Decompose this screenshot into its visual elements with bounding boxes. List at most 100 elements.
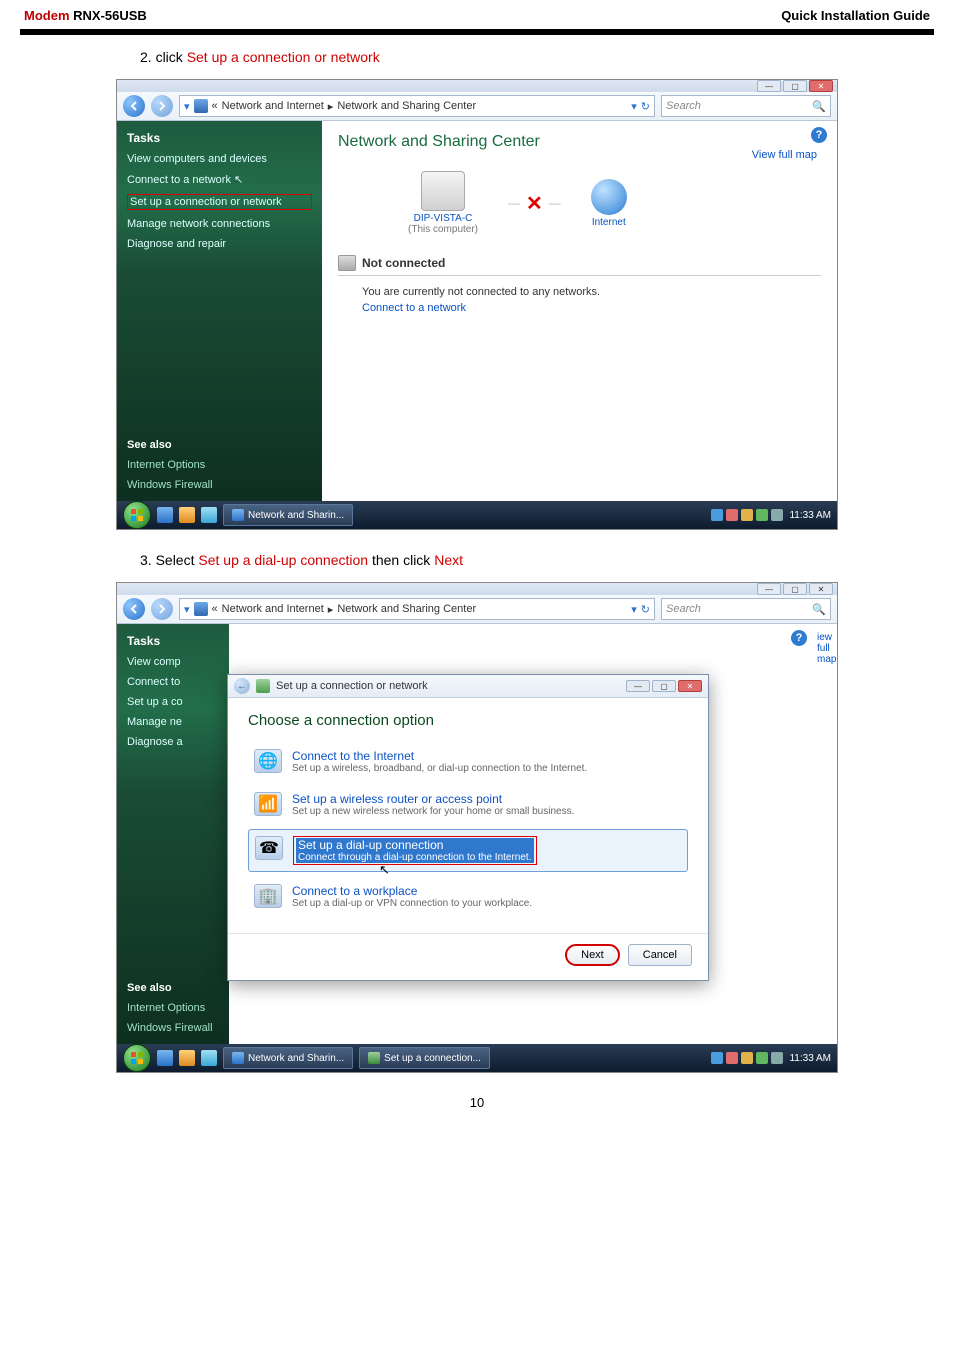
tasks-title: Tasks (127, 131, 312, 145)
task-setup-connection[interactable]: Set up a connection or network (127, 194, 312, 210)
task-manage-connections[interactable]: Manage network connections (127, 218, 312, 230)
task-diagnose-repair[interactable]: Diagnose and repair (127, 238, 312, 250)
step3-link2: Next (434, 552, 463, 568)
search-icon[interactable]: 🔍 (812, 100, 826, 113)
view-full-map-link[interactable]: View full map (752, 149, 817, 161)
forward-button[interactable] (151, 95, 173, 117)
search-icon[interactable]: 🔍 (812, 603, 826, 616)
task-connect-network[interactable]: Connect to (127, 676, 219, 688)
option-dialup[interactable]: ☎ Set up a dial-up connection Connect th… (248, 829, 688, 872)
tray-icon[interactable] (741, 1052, 753, 1064)
tasks-sidebar: Tasks View computers and devices Connect… (117, 121, 322, 501)
quicklaunch-icon-1[interactable] (157, 1050, 173, 1066)
next-button[interactable]: Next (565, 944, 620, 966)
tray-volume-icon[interactable] (771, 509, 783, 521)
breadcrumb[interactable]: ▾ « Network and Internet ▸ Network and S… (179, 95, 655, 117)
crumb-b[interactable]: Network and Sharing Center (337, 100, 476, 112)
option-subtitle: Set up a wireless, broadband, or dial-up… (292, 763, 587, 774)
task-connect-network[interactable]: Connect to a network ↖ (127, 173, 312, 186)
system-tray[interactable] (711, 509, 783, 521)
taskbar-app-button[interactable]: Network and Sharin... (223, 504, 353, 526)
tasks-title: Tasks (127, 634, 219, 648)
screenshot-1: — ▢ ✕ ▾ « Network and Internet ▸ Network… (116, 79, 838, 530)
connect-network-link[interactable]: Connect to a network (362, 302, 821, 314)
dialup-icon: ☎ (255, 836, 283, 860)
main-content: ? Network and Sharing Center View full m… (322, 121, 837, 501)
tray-icon[interactable] (726, 509, 738, 521)
quicklaunch-icon-3[interactable] (201, 1050, 217, 1066)
wizard-heading: Choose a connection option (248, 712, 688, 729)
close-button[interactable]: ✕ (809, 80, 833, 92)
task-setup-connection[interactable]: Set up a co (127, 696, 219, 708)
brand-text: Modem (24, 8, 70, 23)
back-button[interactable] (123, 598, 145, 620)
minimize-button[interactable]: — (757, 80, 781, 92)
tray-volume-icon[interactable] (771, 1052, 783, 1064)
help-icon[interactable]: ? (791, 630, 807, 646)
option-workplace[interactable]: 🏢 Connect to a workplace Set up a dial-u… (248, 878, 688, 915)
minimize-button[interactable]: — (757, 583, 781, 595)
see-windows-firewall[interactable]: Windows Firewall (127, 1022, 219, 1034)
step3-prefix: 3. Select (140, 552, 198, 568)
option-wireless-router[interactable]: 📶 Set up a wireless router or access poi… (248, 786, 688, 823)
maximize-button[interactable]: ▢ (783, 583, 807, 595)
tray-icon[interactable] (711, 509, 723, 521)
task-manage-connections[interactable]: Manage ne (127, 716, 219, 728)
option-title: Set up a dial-up connection (296, 838, 534, 852)
taskbar-app-button-1[interactable]: Network and Sharin... (223, 1047, 353, 1069)
wizard-dialog: ← Set up a connection or network — ▢ ✕ C… (227, 674, 709, 981)
quicklaunch-icon-2[interactable] (179, 507, 195, 523)
search-placeholder: Search (666, 100, 701, 112)
see-windows-firewall[interactable]: Windows Firewall (127, 479, 312, 491)
tray-icon[interactable] (756, 1052, 768, 1064)
forward-button[interactable] (151, 598, 173, 620)
wizard-back-button[interactable]: ← (234, 678, 250, 694)
close-button[interactable]: ✕ (809, 583, 833, 595)
option-connect-internet[interactable]: 🌐 Connect to the Internet Set up a wirel… (248, 743, 688, 780)
app-icon (368, 1052, 380, 1064)
wizard-maximize-button[interactable]: ▢ (652, 680, 676, 692)
breadcrumb[interactable]: ▾ « Network and Internet ▸ Network and S… (179, 598, 655, 620)
start-button[interactable] (123, 1044, 151, 1072)
search-input[interactable]: Search 🔍 (661, 598, 831, 620)
crumb-a[interactable]: Network and Internet (222, 603, 324, 615)
network-diagram: DIP-VISTA-C (This computer) —✕— Internet (408, 171, 821, 235)
back-button[interactable] (123, 95, 145, 117)
step2-link: Set up a connection or network (187, 49, 380, 65)
crumb-prefix: « (212, 100, 218, 112)
tray-icon[interactable] (726, 1052, 738, 1064)
clock: 11:33 AM (789, 1053, 831, 1064)
tray-icon[interactable] (741, 509, 753, 521)
wizard-minimize-button[interactable]: — (626, 680, 650, 692)
window-titlebar: — ▢ ✕ (117, 80, 837, 92)
help-icon[interactable]: ? (811, 127, 827, 143)
search-input[interactable]: Search 🔍 (661, 95, 831, 117)
tasks-sidebar: Tasks View comp Connect to Set up a co M… (117, 624, 229, 1044)
maximize-button[interactable]: ▢ (783, 80, 807, 92)
cancel-button[interactable]: Cancel (628, 944, 692, 966)
node-internet: Internet (591, 179, 627, 228)
tray-icon[interactable] (711, 1052, 723, 1064)
system-tray[interactable] (711, 1052, 783, 1064)
globe-icon (591, 179, 627, 215)
task-view-computers[interactable]: View comp (127, 656, 219, 668)
quicklaunch-icon-3[interactable] (201, 507, 217, 523)
page-number: 10 (0, 1091, 954, 1114)
taskbar-app-button-2[interactable]: Set up a connection... (359, 1047, 490, 1069)
address-row: ▾ « Network and Internet ▸ Network and S… (117, 595, 837, 624)
crumb-a[interactable]: Network and Internet (222, 100, 324, 112)
option-subtitle: Set up a dial-up or VPN connection to yo… (292, 898, 532, 909)
quicklaunch-icon-2[interactable] (179, 1050, 195, 1066)
tray-icon[interactable] (756, 509, 768, 521)
wizard-title-text: Set up a connection or network (276, 680, 428, 692)
crumb-b[interactable]: Network and Sharing Center (337, 603, 476, 615)
task-view-computers[interactable]: View computers and devices (127, 153, 312, 165)
wizard-close-button[interactable]: ✕ (678, 680, 702, 692)
see-internet-options[interactable]: Internet Options (127, 459, 312, 471)
quicklaunch-icon-1[interactable] (157, 507, 173, 523)
task-diagnose-repair[interactable]: Diagnose a (127, 736, 219, 748)
start-button[interactable] (123, 501, 151, 529)
router-icon: 📶 (254, 792, 282, 816)
see-internet-options[interactable]: Internet Options (127, 1002, 219, 1014)
option-title: Connect to a workplace (292, 884, 532, 898)
